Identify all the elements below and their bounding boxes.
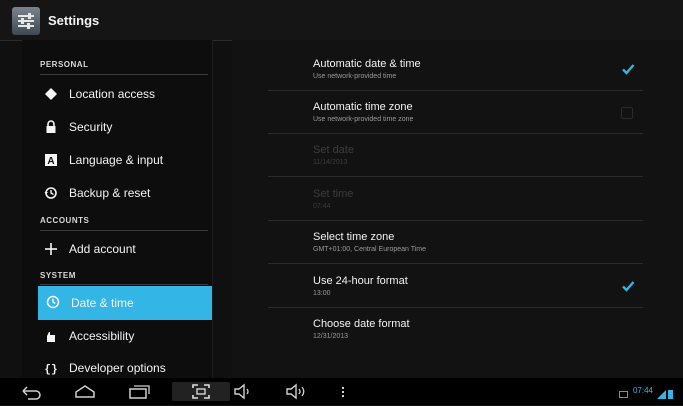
status-clock: 07:44 bbox=[632, 386, 653, 395]
lock-icon bbox=[44, 120, 58, 134]
screenshot-notification-icon[interactable] bbox=[619, 386, 628, 398]
sidebar-item-date-time[interactable]: Date & time bbox=[38, 286, 212, 320]
system-navigation-bar: 07:44 bbox=[0, 378, 683, 405]
sidebar-item-language-input[interactable]: A Language & input bbox=[36, 146, 208, 174]
settings-app-icon[interactable] bbox=[12, 7, 40, 35]
sidebar-item-label: Security bbox=[69, 120, 113, 134]
back-icon[interactable] bbox=[18, 382, 44, 401]
recents-icon[interactable] bbox=[126, 382, 152, 401]
checkbox-checked-icon[interactable] bbox=[621, 62, 635, 76]
pref-title: Automatic time zone bbox=[313, 101, 413, 113]
pref-automatic-time-zone[interactable]: Automatic time zone Use network-provided… bbox=[268, 91, 643, 134]
home-icon[interactable] bbox=[72, 382, 98, 401]
pref-summary: 11/14/2013 bbox=[313, 159, 348, 166]
pref-title: Choose date format bbox=[313, 318, 410, 330]
section-header-accounts: ACCOUNTS bbox=[40, 216, 90, 225]
section-divider bbox=[40, 74, 208, 75]
menu-icon[interactable] bbox=[338, 382, 348, 401]
sidebar-item-label: Accessibility bbox=[69, 329, 135, 343]
sidebar-item-label: Language & input bbox=[69, 153, 164, 167]
sidebar-item-label: Add account bbox=[69, 242, 136, 256]
pref-summary: 12/31/2013 bbox=[313, 333, 349, 340]
sidebar-item-location-access[interactable]: Location access bbox=[36, 80, 208, 108]
checkbox-checked-icon[interactable] bbox=[621, 279, 635, 293]
sidebar-item-accessibility[interactable]: Accessibility bbox=[36, 322, 208, 350]
sidebar-item-label: Location access bbox=[69, 87, 156, 101]
sidebar-item-label: Backup & reset bbox=[69, 186, 151, 200]
volume-down-icon[interactable] bbox=[232, 382, 254, 401]
pref-use-24-hour-format[interactable]: Use 24-hour format 13:00 bbox=[268, 265, 643, 308]
pref-title: Use 24-hour format bbox=[313, 275, 408, 287]
hand-icon bbox=[44, 329, 58, 343]
pref-set-date: Set date 11/14/2013 bbox=[268, 134, 643, 177]
keyboard-icon: A bbox=[44, 153, 58, 167]
pref-automatic-date-time[interactable]: Automatic date & time Use network-provid… bbox=[268, 48, 643, 91]
volume-up-icon[interactable] bbox=[284, 382, 310, 401]
pref-select-time-zone[interactable]: Select time zone GMT+01:00, Central Euro… bbox=[268, 221, 643, 264]
svg-text:A: A bbox=[47, 156, 54, 167]
page-title: Settings bbox=[48, 13, 100, 28]
braces-icon: {} bbox=[44, 361, 58, 376]
pref-set-time: Set time 07:44 bbox=[268, 178, 643, 221]
section-divider bbox=[40, 230, 208, 231]
checkbox-unchecked-icon[interactable] bbox=[621, 107, 633, 119]
plus-icon bbox=[44, 242, 58, 256]
date-time-settings-pane: Automatic date & time Use network-provid… bbox=[232, 40, 683, 378]
pref-summary: Use network-provided time zone bbox=[313, 116, 414, 123]
pref-title: Select time zone bbox=[313, 231, 395, 243]
backup-icon bbox=[44, 186, 58, 200]
pref-title: Automatic date & time bbox=[313, 58, 421, 70]
action-bar: Settings bbox=[0, 0, 683, 41]
pref-title: Set time bbox=[313, 188, 354, 200]
sidebar-item-backup-reset[interactable]: Backup & reset bbox=[36, 179, 208, 207]
sidebar-item-security[interactable]: Security bbox=[36, 113, 208, 141]
pref-title: Set date bbox=[313, 144, 354, 156]
pref-summary: GMT+01:00, Central European Time bbox=[313, 246, 427, 253]
section-divider bbox=[40, 284, 208, 285]
screenshot-icon[interactable] bbox=[172, 382, 230, 401]
wifi-icon bbox=[657, 386, 666, 399]
sidebar-item-label: Date & time bbox=[71, 296, 134, 310]
section-header-personal: PERSONAL bbox=[40, 60, 89, 69]
battery-icon bbox=[668, 386, 673, 399]
settings-sidebar: PERSONAL Location access Security A Lang… bbox=[22, 40, 212, 378]
pref-choose-date-format[interactable]: Choose date format 12/31/2013 bbox=[268, 308, 643, 350]
pref-summary: Use network-provided time bbox=[313, 73, 397, 80]
sidebar-item-developer-options[interactable]: {} Developer options bbox=[36, 354, 208, 378]
sidebar-item-add-account[interactable]: Add account bbox=[36, 235, 208, 263]
sidebar-item-label: Developer options bbox=[69, 361, 166, 375]
pane-divider bbox=[212, 40, 213, 378]
location-icon bbox=[44, 87, 58, 101]
clock-icon bbox=[46, 295, 60, 309]
svg-text:{}: {} bbox=[44, 364, 57, 375]
pref-summary: 13:00 bbox=[313, 290, 331, 297]
section-header-system: SYSTEM bbox=[40, 271, 76, 280]
pref-summary: 07:44 bbox=[313, 203, 331, 210]
